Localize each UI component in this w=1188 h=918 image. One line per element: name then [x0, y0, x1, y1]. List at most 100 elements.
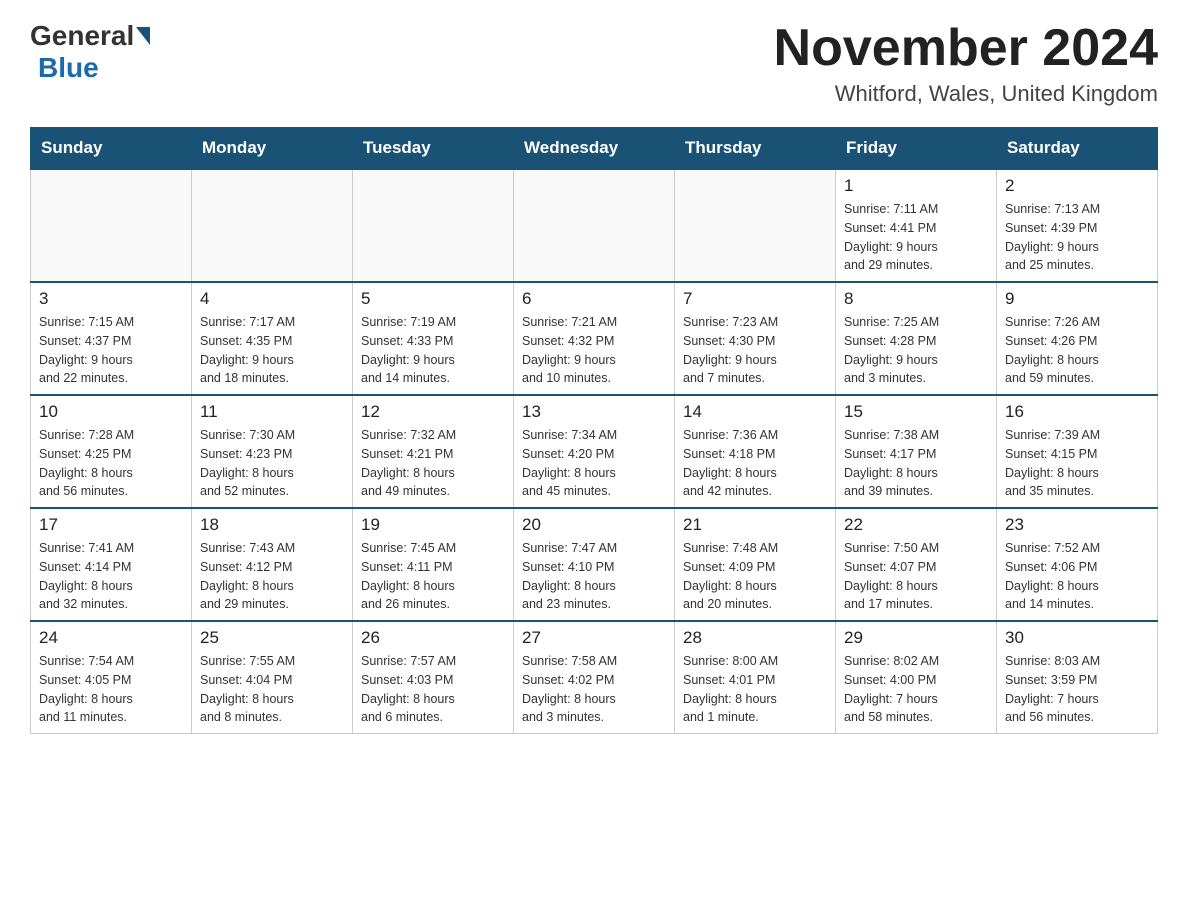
day-number: 26: [361, 628, 505, 648]
calendar-cell: 17 Sunrise: 7:41 AMSunset: 4:14 PMDayligh…: [31, 508, 192, 621]
calendar-cell: 8 Sunrise: 7:25 AMSunset: 4:28 PMDaylight…: [836, 282, 997, 395]
day-info: Sunrise: 7:50 AMSunset: 4:07 PMDaylight:…: [844, 539, 988, 614]
calendar-cell: 30 Sunrise: 8:03 AMSunset: 3:59 PMDayligh…: [997, 621, 1158, 734]
calendar-cell: 19 Sunrise: 7:45 AMSunset: 4:11 PMDayligh…: [353, 508, 514, 621]
weekday-header-friday: Friday: [836, 128, 997, 170]
logo-general-text: General: [30, 20, 134, 52]
day-number: 16: [1005, 402, 1149, 422]
day-info: Sunrise: 7:25 AMSunset: 4:28 PMDaylight:…: [844, 313, 988, 388]
day-number: 25: [200, 628, 344, 648]
day-info: Sunrise: 7:17 AMSunset: 4:35 PMDaylight:…: [200, 313, 344, 388]
day-info: Sunrise: 7:41 AMSunset: 4:14 PMDaylight:…: [39, 539, 183, 614]
day-info: Sunrise: 7:57 AMSunset: 4:03 PMDaylight:…: [361, 652, 505, 727]
logo: General Blue: [30, 20, 152, 84]
logo-blue-text: Blue: [38, 52, 99, 83]
calendar-cell: [192, 169, 353, 282]
week-row-2: 3 Sunrise: 7:15 AMSunset: 4:37 PMDaylight…: [31, 282, 1158, 395]
weekday-header-tuesday: Tuesday: [353, 128, 514, 170]
day-number: 5: [361, 289, 505, 309]
weekday-header-thursday: Thursday: [675, 128, 836, 170]
calendar-cell: 16 Sunrise: 7:39 AMSunset: 4:15 PMDayligh…: [997, 395, 1158, 508]
calendar-cell: 22 Sunrise: 7:50 AMSunset: 4:07 PMDayligh…: [836, 508, 997, 621]
day-info: Sunrise: 7:30 AMSunset: 4:23 PMDaylight:…: [200, 426, 344, 501]
day-number: 29: [844, 628, 988, 648]
day-number: 13: [522, 402, 666, 422]
day-info: Sunrise: 7:43 AMSunset: 4:12 PMDaylight:…: [200, 539, 344, 614]
day-info: Sunrise: 7:48 AMSunset: 4:09 PMDaylight:…: [683, 539, 827, 614]
day-info: Sunrise: 7:26 AMSunset: 4:26 PMDaylight:…: [1005, 313, 1149, 388]
calendar-cell: 24Sunrise: 7:54 AMSunset: 4:05 PMDayligh…: [31, 621, 192, 734]
calendar-cell: 20 Sunrise: 7:47 AMSunset: 4:10 PMDayligh…: [514, 508, 675, 621]
calendar-cell: 4Sunrise: 7:17 AMSunset: 4:35 PMDaylight…: [192, 282, 353, 395]
day-number: 20: [522, 515, 666, 535]
calendar-cell: 5 Sunrise: 7:19 AMSunset: 4:33 PMDaylight…: [353, 282, 514, 395]
calendar-cell: 28Sunrise: 8:00 AMSunset: 4:01 PMDayligh…: [675, 621, 836, 734]
day-info: Sunrise: 7:28 AMSunset: 4:25 PMDaylight:…: [39, 426, 183, 501]
calendar-cell: [675, 169, 836, 282]
calendar-cell: 23 Sunrise: 7:52 AMSunset: 4:06 PMDayligh…: [997, 508, 1158, 621]
day-info: Sunrise: 7:21 AMSunset: 4:32 PMDaylight:…: [522, 313, 666, 388]
day-info: Sunrise: 7:36 AMSunset: 4:18 PMDaylight:…: [683, 426, 827, 501]
day-number: 1: [844, 176, 988, 196]
day-number: 22: [844, 515, 988, 535]
calendar-cell: 26 Sunrise: 7:57 AMSunset: 4:03 PMDayligh…: [353, 621, 514, 734]
day-info: Sunrise: 7:11 AMSunset: 4:41 PMDaylight:…: [844, 200, 988, 275]
calendar-cell: 3 Sunrise: 7:15 AMSunset: 4:37 PMDaylight…: [31, 282, 192, 395]
week-row-1: 1 Sunrise: 7:11 AMSunset: 4:41 PMDaylight…: [31, 169, 1158, 282]
day-number: 17: [39, 515, 183, 535]
day-info: Sunrise: 7:55 AMSunset: 4:04 PMDaylight:…: [200, 652, 344, 727]
day-info: Sunrise: 7:38 AMSunset: 4:17 PMDaylight:…: [844, 426, 988, 501]
day-number: 27: [522, 628, 666, 648]
day-number: 15: [844, 402, 988, 422]
calendar-cell: 6Sunrise: 7:21 AMSunset: 4:32 PMDaylight…: [514, 282, 675, 395]
title-block: November 2024 Whitford, Wales, United Ki…: [774, 20, 1158, 107]
day-info: Sunrise: 8:02 AMSunset: 4:00 PMDaylight:…: [844, 652, 988, 727]
location-subtitle: Whitford, Wales, United Kingdom: [774, 81, 1158, 107]
weekday-header-sunday: Sunday: [31, 128, 192, 170]
day-info: Sunrise: 7:34 AMSunset: 4:20 PMDaylight:…: [522, 426, 666, 501]
month-title: November 2024: [774, 20, 1158, 77]
day-info: Sunrise: 7:58 AMSunset: 4:02 PMDaylight:…: [522, 652, 666, 727]
day-info: Sunrise: 7:52 AMSunset: 4:06 PMDaylight:…: [1005, 539, 1149, 614]
day-info: Sunrise: 7:39 AMSunset: 4:15 PMDaylight:…: [1005, 426, 1149, 501]
day-info: Sunrise: 7:19 AMSunset: 4:33 PMDaylight:…: [361, 313, 505, 388]
calendar-cell: 21 Sunrise: 7:48 AMSunset: 4:09 PMDayligh…: [675, 508, 836, 621]
day-number: 3: [39, 289, 183, 309]
weekday-header-monday: Monday: [192, 128, 353, 170]
weekday-header-saturday: Saturday: [997, 128, 1158, 170]
calendar-cell: 11Sunrise: 7:30 AMSunset: 4:23 PMDayligh…: [192, 395, 353, 508]
calendar-cell: 7Sunrise: 7:23 AMSunset: 4:30 PMDaylight…: [675, 282, 836, 395]
calendar-cell: 25 Sunrise: 7:55 AMSunset: 4:04 PMDayligh…: [192, 621, 353, 734]
week-row-4: 17 Sunrise: 7:41 AMSunset: 4:14 PMDayligh…: [31, 508, 1158, 621]
calendar-cell: [31, 169, 192, 282]
calendar-cell: 10 Sunrise: 7:28 AMSunset: 4:25 PMDayligh…: [31, 395, 192, 508]
calendar-cell: 9 Sunrise: 7:26 AMSunset: 4:26 PMDaylight…: [997, 282, 1158, 395]
day-number: 9: [1005, 289, 1149, 309]
week-row-3: 10 Sunrise: 7:28 AMSunset: 4:25 PMDayligh…: [31, 395, 1158, 508]
day-info: Sunrise: 7:45 AMSunset: 4:11 PMDaylight:…: [361, 539, 505, 614]
day-number: 30: [1005, 628, 1149, 648]
calendar-cell: [353, 169, 514, 282]
day-info: Sunrise: 7:13 AMSunset: 4:39 PMDaylight:…: [1005, 200, 1149, 275]
day-number: 14: [683, 402, 827, 422]
day-number: 19: [361, 515, 505, 535]
day-info: Sunrise: 7:32 AMSunset: 4:21 PMDaylight:…: [361, 426, 505, 501]
day-number: 23: [1005, 515, 1149, 535]
calendar-table: SundayMondayTuesdayWednesdayThursdayFrid…: [30, 127, 1158, 734]
day-info: Sunrise: 7:47 AMSunset: 4:10 PMDaylight:…: [522, 539, 666, 614]
day-info: Sunrise: 8:03 AMSunset: 3:59 PMDaylight:…: [1005, 652, 1149, 727]
calendar-cell: 29 Sunrise: 8:02 AMSunset: 4:00 PMDayligh…: [836, 621, 997, 734]
page-header: General Blue November 2024 Whitford, Wal…: [30, 20, 1158, 107]
calendar-cell: [514, 169, 675, 282]
week-row-5: 24Sunrise: 7:54 AMSunset: 4:05 PMDayligh…: [31, 621, 1158, 734]
day-number: 8: [844, 289, 988, 309]
calendar-cell: 12Sunrise: 7:32 AMSunset: 4:21 PMDayligh…: [353, 395, 514, 508]
calendar-cell: 1 Sunrise: 7:11 AMSunset: 4:41 PMDaylight…: [836, 169, 997, 282]
day-number: 10: [39, 402, 183, 422]
day-number: 21: [683, 515, 827, 535]
day-number: 28: [683, 628, 827, 648]
calendar-cell: 27 Sunrise: 7:58 AMSunset: 4:02 PMDayligh…: [514, 621, 675, 734]
day-number: 7: [683, 289, 827, 309]
day-number: 18: [200, 515, 344, 535]
day-info: Sunrise: 7:15 AMSunset: 4:37 PMDaylight:…: [39, 313, 183, 388]
